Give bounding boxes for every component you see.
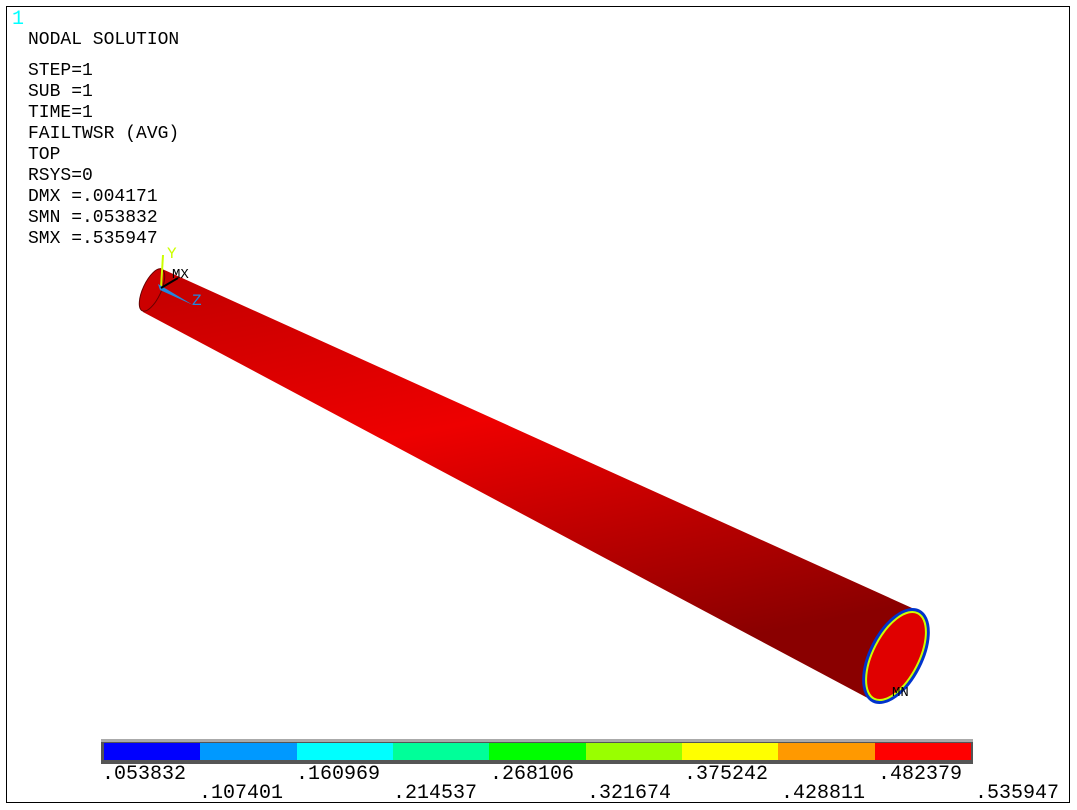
mx-marker: MX xyxy=(172,267,189,283)
y-axis-label: Y xyxy=(167,245,177,263)
legend-label: .535947 xyxy=(975,782,1060,805)
legend-swatch xyxy=(681,743,779,760)
info-line: SUB =1 xyxy=(28,82,93,102)
contour-legend xyxy=(101,739,973,764)
info-line: FAILTWSR (AVG) xyxy=(28,124,180,144)
legend-swatch xyxy=(296,743,393,760)
legend-label: .482379 xyxy=(878,763,963,786)
legend-label: .268106 xyxy=(490,763,575,786)
legend-swatch xyxy=(392,743,490,760)
legend-swatch xyxy=(104,743,201,760)
info-line: RSYS=0 xyxy=(28,166,93,186)
info-line: SMX =.535947 xyxy=(28,229,158,249)
legend-swatch xyxy=(585,743,682,760)
info-line: TIME=1 xyxy=(28,103,93,123)
tube-body xyxy=(143,268,912,703)
info-line: SMN =.053832 xyxy=(28,208,158,228)
legend-label: .053832 xyxy=(102,763,187,786)
info-line: STEP=1 xyxy=(28,61,93,81)
legend-swatch xyxy=(778,743,875,760)
legend-label: .160969 xyxy=(296,763,381,786)
info-line: DMX =.004171 xyxy=(28,187,158,207)
mn-marker: MN xyxy=(892,685,909,701)
legend-label: .107401 xyxy=(199,782,284,805)
legend-label: .321674 xyxy=(587,782,672,805)
legend-swatch xyxy=(874,743,971,760)
legend-label: .214537 xyxy=(393,782,478,805)
legend-label: .375242 xyxy=(684,763,769,786)
legend-swatch xyxy=(489,743,586,760)
info-line: TOP xyxy=(28,145,61,165)
z-axis-label: Z xyxy=(192,292,202,310)
legend-label: .428811 xyxy=(781,782,866,805)
legend-swatch xyxy=(200,743,297,760)
model-view[interactable]: Y Z MX MN xyxy=(0,0,1077,810)
